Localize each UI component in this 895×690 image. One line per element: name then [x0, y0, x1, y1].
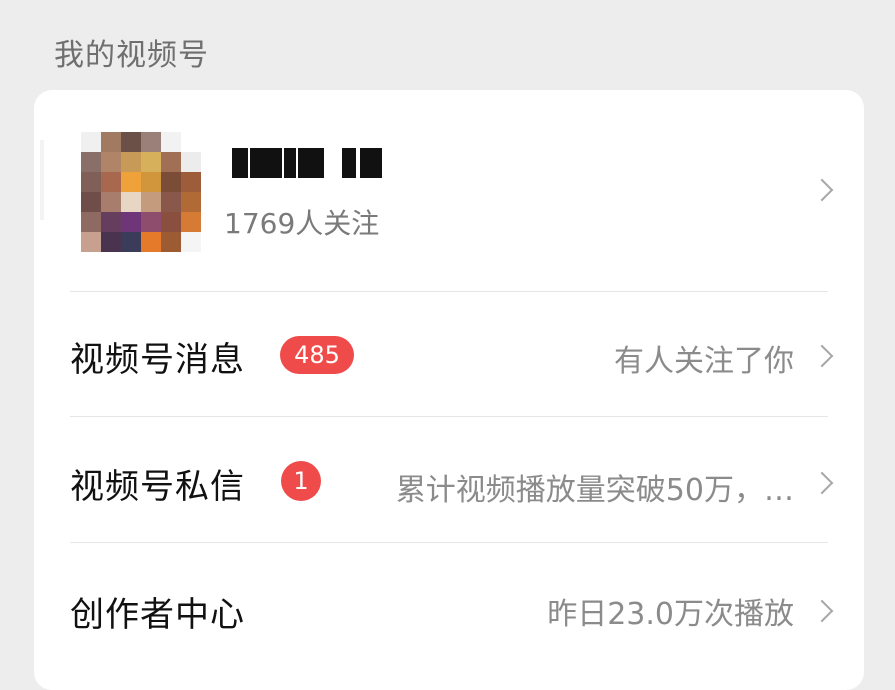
followers-count: 1769人关注 — [224, 207, 380, 240]
video-messages-row[interactable]: 视频号消息 485 有人关注了你 — [34, 292, 864, 412]
avatar — [81, 132, 201, 252]
profile-row[interactable]: 1769人关注 — [34, 90, 864, 290]
row-subtitle: 累计视频播放量突破50万，… — [395, 473, 794, 508]
row-title: 视频号消息 — [70, 340, 245, 380]
chevron-right-icon — [810, 344, 834, 368]
messages-badge: 485 — [280, 336, 354, 374]
section-title: 我的视频号 — [54, 38, 209, 73]
chevron-right-icon — [810, 599, 834, 623]
row-subtitle: 昨日23.0万次播放 — [547, 597, 794, 632]
row-subtitle: 有人关注了你 — [614, 344, 794, 379]
row-title: 视频号私信 — [70, 467, 245, 507]
redacted-username — [232, 148, 392, 178]
chevron-right-icon — [810, 178, 834, 202]
video-private-messages-row[interactable]: 视频号私信 1 累计视频播放量突破50万，… — [34, 417, 864, 537]
private-messages-badge: 1 — [281, 461, 321, 501]
row-title: 创作者中心 — [70, 595, 245, 635]
creator-center-row[interactable]: 创作者中心 昨日23.0万次播放 — [34, 543, 864, 663]
chevron-right-icon — [810, 471, 834, 495]
